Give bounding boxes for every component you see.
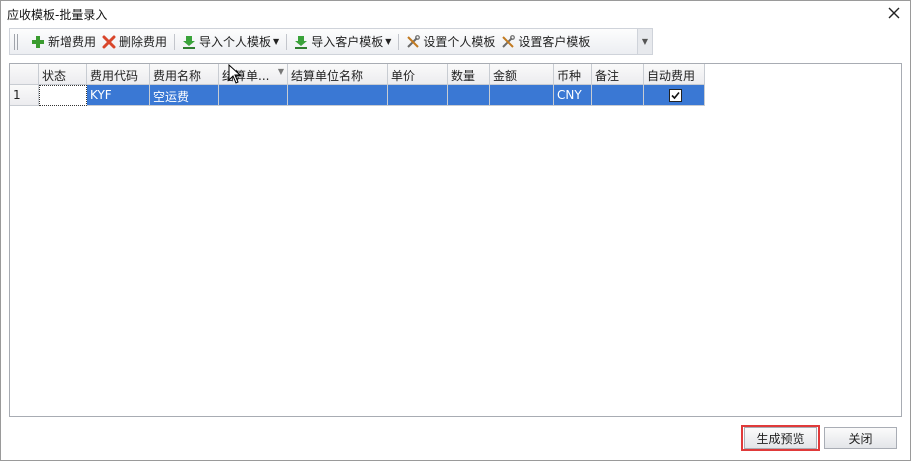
set-personal-template-button[interactable]: 设置个人模板 bbox=[403, 31, 498, 53]
table-row[interactable]: 1 KYF 空运费 CNY bbox=[10, 85, 705, 106]
column-header-amount[interactable]: 金额 bbox=[490, 64, 554, 85]
set-personal-label: 设置个人模板 bbox=[423, 35, 496, 49]
delete-x-icon bbox=[102, 35, 116, 48]
cell-fee-code[interactable]: KYF bbox=[87, 85, 150, 106]
column-header-fee-name[interactable]: 费用名称 bbox=[150, 64, 219, 85]
filter-icon[interactable]: ▼ bbox=[278, 67, 284, 76]
column-header-fee-code[interactable]: 费用代码 bbox=[87, 64, 150, 85]
column-header-remark[interactable]: 备注 bbox=[592, 64, 644, 85]
generate-preview-button[interactable]: 生成预览 bbox=[744, 427, 817, 449]
delete-fee-button[interactable]: 删除费用 bbox=[99, 31, 170, 53]
tools-icon bbox=[502, 34, 516, 48]
column-header-auto-fee[interactable]: 自动费用 bbox=[644, 64, 705, 85]
add-fee-label: 新增费用 bbox=[48, 35, 97, 49]
column-header-status[interactable]: 状态 bbox=[39, 64, 87, 85]
column-header-unit-price[interactable]: 单价 bbox=[388, 64, 448, 85]
column-header-currency[interactable]: 币种 bbox=[554, 64, 592, 85]
dropdown-caret-icon: ▼ bbox=[273, 37, 280, 46]
auto-fee-checkbox[interactable] bbox=[669, 89, 682, 102]
toolbar: 新增费用 删除费用 导入个人模板 ▼ 导入客户模板 ▼ 设置个人模板 设置客户模… bbox=[9, 28, 653, 55]
import-customer-label: 导入客户模板 bbox=[311, 35, 384, 49]
close-button[interactable]: 关闭 bbox=[824, 427, 897, 449]
row-header-corner bbox=[10, 64, 39, 85]
set-customer-label: 设置客户模板 bbox=[518, 35, 591, 49]
import-arrow-icon bbox=[183, 35, 196, 49]
import-personal-template-button[interactable]: 导入个人模板 ▼ bbox=[179, 31, 282, 53]
import-arrow-icon bbox=[295, 35, 308, 49]
cell-auto-fee[interactable] bbox=[644, 85, 705, 106]
cell-fee-name[interactable]: 空运费 bbox=[150, 85, 219, 106]
column-header-quantity[interactable]: 数量 bbox=[448, 64, 490, 85]
set-customer-template-button[interactable]: 设置客户模板 bbox=[498, 31, 593, 53]
checkmark-icon bbox=[671, 91, 680, 100]
cell-quantity[interactable] bbox=[448, 85, 490, 106]
window-title: 应收模板-批量录入 bbox=[7, 8, 108, 22]
dropdown-caret-icon: ▼ bbox=[385, 37, 392, 46]
cell-remark[interactable] bbox=[592, 85, 644, 106]
cell-settle-unit[interactable] bbox=[219, 85, 288, 106]
import-customer-template-button[interactable]: 导入客户模板 ▼ bbox=[291, 31, 394, 53]
grid-header-row: 状态 费用代码 费用名称 结算单... ▼ 结算单位名称 单价 数量 金额 币种… bbox=[10, 64, 705, 85]
cell-amount[interactable] bbox=[490, 85, 554, 106]
dialog-window: 应收模板-批量录入 新增费用 删除费用 导入个人模板 ▼ 导入客户模板 ▼ 设置… bbox=[0, 0, 911, 461]
cell-currency[interactable]: CNY bbox=[554, 85, 592, 106]
toolbar-separator bbox=[286, 33, 288, 50]
toolbar-separator bbox=[398, 33, 400, 50]
row-number[interactable]: 1 bbox=[10, 85, 39, 106]
cell-status[interactable] bbox=[39, 85, 87, 106]
toolbar-overflow-button[interactable]: ▼ bbox=[637, 28, 653, 55]
plus-icon bbox=[32, 35, 44, 48]
delete-fee-label: 删除费用 bbox=[119, 35, 168, 49]
tools-icon bbox=[407, 34, 421, 48]
close-icon bbox=[888, 7, 900, 19]
add-fee-button[interactable]: 新增费用 bbox=[28, 31, 99, 53]
cell-unit-price[interactable] bbox=[388, 85, 448, 106]
toolbar-separator bbox=[174, 33, 176, 50]
toolbar-grip[interactable] bbox=[14, 33, 20, 50]
cell-settle-unit-name[interactable] bbox=[288, 85, 388, 106]
fee-grid: 状态 费用代码 费用名称 结算单... ▼ 结算单位名称 单价 数量 金额 币种… bbox=[9, 63, 902, 417]
title-bar: 应收模板-批量录入 bbox=[1, 1, 910, 25]
close-window-button[interactable] bbox=[884, 3, 904, 23]
column-header-settle-unit-name[interactable]: 结算单位名称 bbox=[288, 64, 388, 85]
mouse-cursor-icon bbox=[228, 64, 242, 84]
import-personal-label: 导入个人模板 bbox=[199, 35, 272, 49]
